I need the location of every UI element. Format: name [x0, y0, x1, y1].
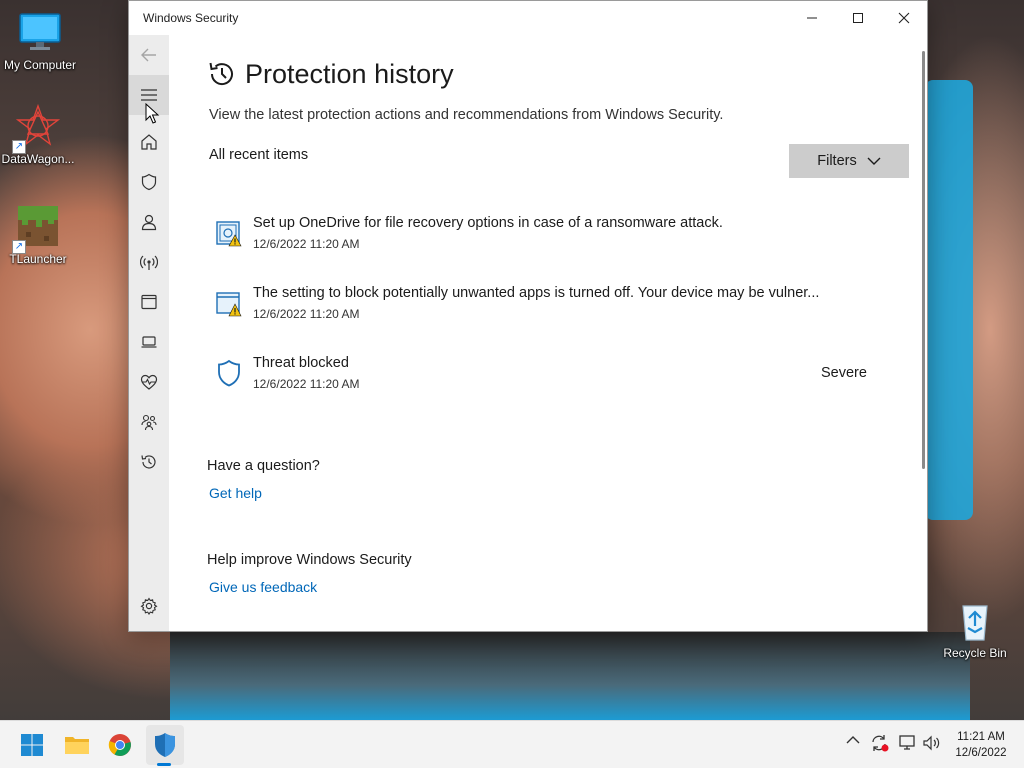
security-shield-icon	[155, 733, 175, 757]
sync-error-icon	[872, 735, 889, 752]
tray-sync-status[interactable]	[870, 734, 890, 752]
vertical-scrollbar[interactable]	[922, 51, 925, 469]
sidebar-item-device-security[interactable]	[129, 322, 169, 362]
severity-label: Severe	[821, 365, 867, 381]
active-indicator	[157, 763, 171, 766]
family-icon	[141, 414, 157, 431]
minimize-button[interactable]	[789, 1, 835, 35]
back-button[interactable]	[129, 35, 169, 75]
shortcut-arrow-icon: ↗	[12, 240, 26, 254]
desktop-icon-tlauncher[interactable]: ↗ TLauncher	[0, 204, 78, 266]
chevron-down-icon	[867, 157, 881, 165]
network-monitor-icon	[899, 735, 915, 750]
chevron-up-icon	[846, 736, 860, 744]
sidebar-item-protection-history[interactable]	[129, 442, 169, 482]
get-help-link[interactable]: Get help	[209, 485, 262, 501]
desktop-icon-label: TLauncher	[9, 252, 67, 266]
desktop-icon-my-computer[interactable]: My Computer	[0, 10, 80, 72]
filters-label: Filters	[817, 153, 857, 169]
shortcut-arrow-icon: ↗	[12, 140, 26, 154]
page-title: Protection history	[245, 59, 454, 89]
clock-date: 12/6/2022	[955, 747, 1007, 759]
sidebar-item-firewall[interactable]	[129, 242, 169, 282]
desktop-icon-datawagon[interactable]: ↗ DataWagon...	[0, 103, 78, 166]
grass-block-icon: ↗	[12, 204, 60, 254]
tray-network[interactable]	[898, 734, 918, 752]
sidebar-item-settings[interactable]	[129, 586, 169, 626]
windows-logo-icon	[21, 734, 43, 756]
sidebar-item-account-protection[interactable]	[129, 202, 169, 242]
close-icon	[898, 12, 910, 24]
folder-icon	[65, 737, 89, 754]
sidebar-item-family-options[interactable]	[129, 402, 169, 442]
history-item[interactable]: Threat blocked 12/6/2022 11:20 AM Severe	[209, 355, 879, 405]
history-item-message: Set up OneDrive for file recovery option…	[253, 215, 723, 231]
sidebar-item-virus-protection[interactable]	[129, 162, 169, 202]
clock[interactable]: 11:21 AM 12/6/2022	[948, 729, 1014, 761]
taskbar-file-explorer[interactable]	[61, 729, 93, 761]
app-browser-icon	[141, 294, 157, 310]
network-icon	[140, 255, 158, 270]
wallpaper-bottom-band	[170, 632, 970, 720]
desktop-icon-recycle-bin[interactable]: Recycle Bin	[935, 598, 1015, 660]
history-item[interactable]: The setting to block potentially unwante…	[209, 285, 879, 335]
desktop-icon-label: DataWagon...	[1, 152, 75, 166]
history-item-message: The setting to block potentially unwante…	[253, 285, 820, 301]
maximize-button[interactable]	[835, 1, 881, 35]
settings-gear-icon	[140, 597, 158, 615]
give-feedback-link[interactable]: Give us feedback	[209, 579, 317, 595]
title-bar[interactable]: Windows Security	[129, 1, 927, 35]
folder-shield-warning-icon	[216, 221, 242, 247]
desktop-icon-label: Recycle Bin	[943, 646, 1007, 660]
person-icon	[141, 214, 157, 231]
maximize-icon	[853, 13, 863, 23]
history-item-date: 12/6/2022 11:20 AM	[253, 237, 360, 251]
filters-button[interactable]: Filters	[789, 144, 909, 178]
wallpaper-blue-frame	[925, 80, 973, 520]
history-item[interactable]: Set up OneDrive for file recovery option…	[209, 215, 879, 265]
device-laptop-icon	[141, 336, 157, 348]
tray-volume[interactable]	[922, 734, 942, 752]
page-subtitle: View the latest protection actions and r…	[209, 107, 724, 123]
history-item-date: 12/6/2022 11:20 AM	[253, 377, 360, 391]
monitor-icon	[18, 10, 62, 54]
help-improve-heading: Help improve Windows Security	[207, 552, 412, 568]
sidebar-item-device-health[interactable]	[129, 362, 169, 402]
history-item-date: 12/6/2022 11:20 AM	[253, 307, 360, 321]
start-button[interactable]	[16, 729, 48, 761]
section-label: All recent items	[209, 147, 309, 163]
datawagon-logo-icon: ↗	[12, 103, 61, 154]
taskbar: 11:21 AM 12/6/2022	[0, 720, 1024, 768]
shield-icon	[141, 173, 157, 191]
sidebar-item-app-browser[interactable]	[129, 282, 169, 322]
desktop-icon-label: My Computer	[3, 58, 77, 72]
recycle-bin-icon	[953, 598, 997, 642]
close-button[interactable]	[881, 1, 927, 35]
volume-icon	[923, 735, 940, 751]
help-question-heading: Have a question?	[207, 458, 320, 474]
app-browser-warning-icon	[216, 292, 242, 317]
shield-outline-icon	[218, 359, 240, 387]
home-icon	[141, 134, 157, 150]
history-icon	[141, 455, 156, 469]
history-icon	[209, 62, 233, 86]
minimize-icon	[807, 17, 817, 19]
back-arrow-icon	[141, 48, 156, 62]
tray-overflow-button[interactable]	[846, 735, 860, 745]
chrome-icon	[108, 734, 131, 756]
taskbar-windows-security[interactable]	[149, 729, 181, 761]
mouse-cursor-icon	[145, 103, 160, 124]
sidebar-item-home[interactable]	[129, 122, 169, 162]
clock-time: 11:21 AM	[957, 731, 1005, 743]
windows-security-window: Windows Security Protection history View…	[128, 0, 928, 632]
history-item-message: Threat blocked	[253, 355, 349, 371]
hamburger-menu-icon	[141, 89, 157, 101]
window-title: Windows Security	[143, 11, 239, 25]
health-heart-icon	[140, 374, 158, 390]
taskbar-chrome[interactable]	[104, 729, 136, 761]
